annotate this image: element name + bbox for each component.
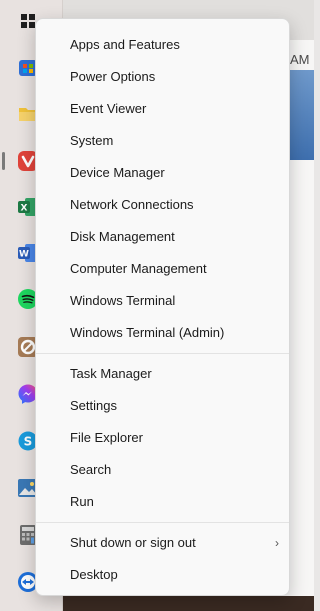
menu-item-shut-down-or-sign-out[interactable]: Shut down or sign out › <box>36 527 289 559</box>
menu-item-computer-management[interactable]: Computer Management <box>36 253 289 285</box>
chevron-right-icon: › <box>275 536 279 550</box>
background-blue-panel <box>290 70 314 160</box>
menu-item-disk-management[interactable]: Disk Management <box>36 221 289 253</box>
menu-separator <box>36 353 289 354</box>
menu-item-file-explorer[interactable]: File Explorer <box>36 422 289 454</box>
svg-text:S: S <box>24 435 33 449</box>
menu-item-event-viewer[interactable]: Event Viewer <box>36 93 289 125</box>
menu-item-windows-terminal[interactable]: Windows Terminal <box>36 285 289 317</box>
menu-item-run[interactable]: Run <box>36 486 289 518</box>
menu-item-system[interactable]: System <box>36 125 289 157</box>
menu-item-device-manager[interactable]: Device Manager <box>36 157 289 189</box>
menu-item-search[interactable]: Search <box>36 454 289 486</box>
menu-separator <box>36 522 289 523</box>
winx-context-menu: Apps and Features Power Options Event Vi… <box>35 18 290 596</box>
menu-item-desktop[interactable]: Desktop <box>36 559 289 591</box>
svg-text:X: X <box>21 204 28 214</box>
menu-item-windows-terminal-admin[interactable]: Windows Terminal (Admin) <box>36 317 289 349</box>
menu-item-power-options[interactable]: Power Options <box>36 61 289 93</box>
menu-item-network-connections[interactable]: Network Connections <box>36 189 289 221</box>
active-app-indicator <box>2 152 5 170</box>
menu-item-settings[interactable]: Settings <box>36 390 289 422</box>
menu-item-label: Shut down or sign out <box>70 535 196 550</box>
background-time-text: AM <box>290 52 310 67</box>
menu-item-apps-and-features[interactable]: Apps and Features <box>36 29 289 61</box>
svg-text:W: W <box>19 250 29 260</box>
menu-item-task-manager[interactable]: Task Manager <box>36 358 289 390</box>
background-image-strip <box>62 596 314 611</box>
